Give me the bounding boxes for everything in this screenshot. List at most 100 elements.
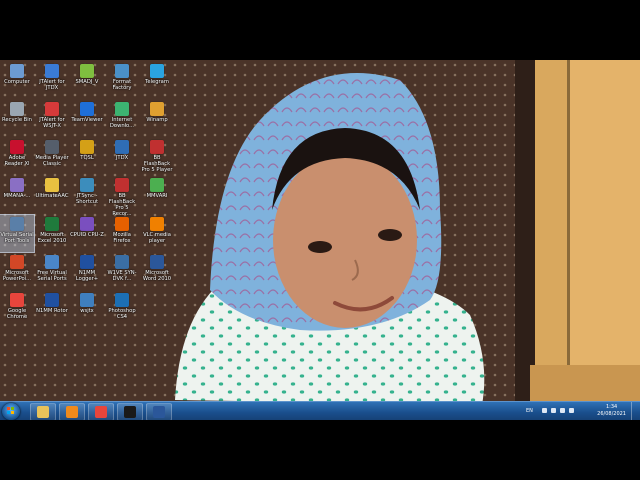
app-icon: [115, 293, 129, 307]
app-icon: [115, 217, 129, 231]
desktop-icon[interactable]: W1VE SYN-DVK f...: [105, 253, 139, 290]
app-icon: [45, 102, 59, 116]
desktop-icon-label: VLC media player: [143, 232, 171, 244]
language-indicator[interactable]: EN: [526, 408, 533, 414]
app-icon: [115, 178, 129, 192]
clock-time: 1:34: [605, 404, 618, 410]
app-icon: [80, 178, 94, 192]
taskbar-explorer-button[interactable]: [30, 403, 56, 420]
desktop-icon[interactable]: Virtual Serial Port Tools: [0, 214, 35, 253]
system-tray: EN 1:34 26/08/2021: [520, 402, 640, 420]
app-icon: [80, 64, 94, 78]
desktop-icon[interactable]: Internet Downlo...: [105, 100, 139, 137]
word-icon: [153, 406, 165, 418]
app-icon: [80, 217, 94, 231]
desktop-icon[interactable]: Format Factory: [105, 62, 139, 99]
desktop-icon[interactable]: Mozilla Firefox: [105, 215, 139, 252]
windows-logo-icon: [7, 407, 10, 410]
desktop-icon[interactable]: TeamViewer: [70, 100, 104, 137]
app-icon: [80, 255, 94, 269]
desktop-icon[interactable]: N1MM Logger+: [70, 253, 104, 290]
taskbar-media-player-button[interactable]: [59, 403, 85, 420]
desktop-icon[interactable]: Winamp: [140, 100, 174, 137]
taskbar-chrome-button[interactable]: [88, 403, 114, 420]
desktop-screen: Computer JTAlert for JTDX SMADJ_V Format Fa…: [0, 60, 640, 420]
desktop-icon[interactable]: Recycle Bin: [0, 100, 34, 137]
volume-icon[interactable]: [569, 408, 574, 413]
desktop-icon[interactable]: Media Player Classic: [35, 138, 69, 175]
desktop-icon-label: Virtual Serial Port Tools: [0, 232, 34, 244]
desktop-icon-label: Mozilla Firefox: [113, 232, 131, 244]
desktop-icon-label: Computer: [4, 79, 30, 85]
app-icon: [45, 217, 59, 231]
desktop-icon[interactable]: Google Chrome: [0, 291, 34, 328]
command-prompt-icon: [124, 406, 136, 418]
app-icon: [150, 217, 164, 231]
taskbar: EN 1:34 26/08/2021: [0, 401, 640, 420]
app-icon: [150, 178, 164, 192]
clock-date: 26/08/2021: [597, 411, 626, 417]
desktop-icon-label: N1MM Logger+: [75, 270, 99, 282]
show-desktop-button[interactable]: [631, 402, 640, 420]
desktop-icon-label: Format Factory: [112, 79, 132, 91]
desktop-icon[interactable]: Microsoft PowerPoi...: [0, 253, 34, 290]
desktop-icon-label: Media Player Classic: [35, 155, 69, 167]
desktop-icon-label: SMADJ_V: [75, 79, 99, 85]
desktop-icon[interactable]: wsjtx: [70, 291, 104, 328]
desktop-icon-label: Google Chrome: [6, 308, 28, 320]
desktop-icon-label: MMVARI: [146, 193, 168, 199]
desktop-icon-label: JTSync - Shortcut: [75, 193, 99, 205]
app-icon: [10, 217, 24, 231]
desktop-icon[interactable]: Computer: [0, 62, 34, 99]
desktop-icon-label: Recycle Bin: [2, 117, 32, 123]
explorer-icon: [37, 406, 49, 418]
desktop-icon[interactable]: Adobe Reader XI: [0, 138, 34, 175]
desktop-icon[interactable]: Free Virtual Serial Ports: [35, 253, 69, 290]
desktop-icon-grid: Computer JTAlert for JTDX SMADJ_V Format Fa…: [0, 62, 175, 402]
app-icon: [10, 64, 24, 78]
desktop-icon-label: Telegram: [145, 79, 169, 85]
desktop-icon[interactable]: Photoshop CS4: [105, 291, 139, 328]
desktop-icon-label: UltimateAAC: [35, 193, 69, 199]
desktop-icon[interactable]: N1MM Rotor: [35, 291, 69, 328]
desktop-icon[interactable]: Telegram: [140, 62, 174, 99]
desktop-icon[interactable]: BB FlashBack Pro 5 Player: [140, 138, 174, 175]
taskbar-command-prompt-button[interactable]: [117, 403, 143, 420]
app-icon: [45, 178, 59, 192]
desktop-icon-label: Microsoft Word 2010: [142, 270, 172, 282]
app-icon: [115, 102, 129, 116]
desktop-icon[interactable]: SMADJ_V: [70, 62, 104, 99]
desktop-icon[interactable]: MMVARI: [140, 176, 174, 213]
clock[interactable]: 1:34 26/08/2021: [597, 404, 626, 418]
desktop-icon[interactable]: JTAlert for JTDX: [35, 62, 69, 99]
desktop-icon[interactable]: JTAlert for WSJT-X: [35, 100, 69, 137]
desktop-icon-label: CPUID CPU-Z: [70, 232, 104, 238]
windows-logo-quad: [11, 411, 14, 414]
tray-expand-icon[interactable]: [542, 408, 547, 413]
desktop-icon[interactable]: JTDX: [105, 138, 139, 175]
desktop-icon-label: JTDX: [115, 155, 129, 161]
desktop-icon[interactable]: TQSL: [70, 138, 104, 175]
app-icon: [45, 140, 59, 154]
taskbar-word-button[interactable]: [146, 403, 172, 420]
app-icon: [10, 102, 24, 116]
desktop-icon-label: JTAlert for WSJT-X: [39, 117, 65, 129]
desktop-icon[interactable]: BB FlashBack Pro 5 Recor...: [105, 176, 139, 217]
desktop-icon[interactable]: JTSync - Shortcut: [70, 176, 104, 213]
desktop-icon[interactable]: VLC media player: [140, 215, 174, 252]
desktop-icon[interactable]: CPUID CPU-Z: [70, 215, 104, 252]
action-center-icon[interactable]: [551, 408, 556, 413]
desktop-icon-label: Microsoft PowerPoi...: [2, 270, 32, 282]
app-icon: [10, 255, 24, 269]
desktop-icon-label: Microsoft Excel 2010: [37, 232, 67, 244]
app-icon: [150, 64, 164, 78]
desktop-icon[interactable]: UltimateAAC: [35, 176, 69, 213]
desktop-icon[interactable]: MMANA-...: [0, 176, 34, 213]
start-button[interactable]: [2, 403, 20, 420]
app-icon: [150, 255, 164, 269]
desktop-icon[interactable]: Microsoft Word 2010: [140, 253, 174, 290]
app-icon: [45, 255, 59, 269]
desktop-icon-label: BB FlashBack Pro 5 Recor...: [108, 193, 136, 217]
network-icon[interactable]: [560, 408, 565, 413]
desktop-icon[interactable]: Microsoft Excel 2010: [35, 215, 69, 252]
